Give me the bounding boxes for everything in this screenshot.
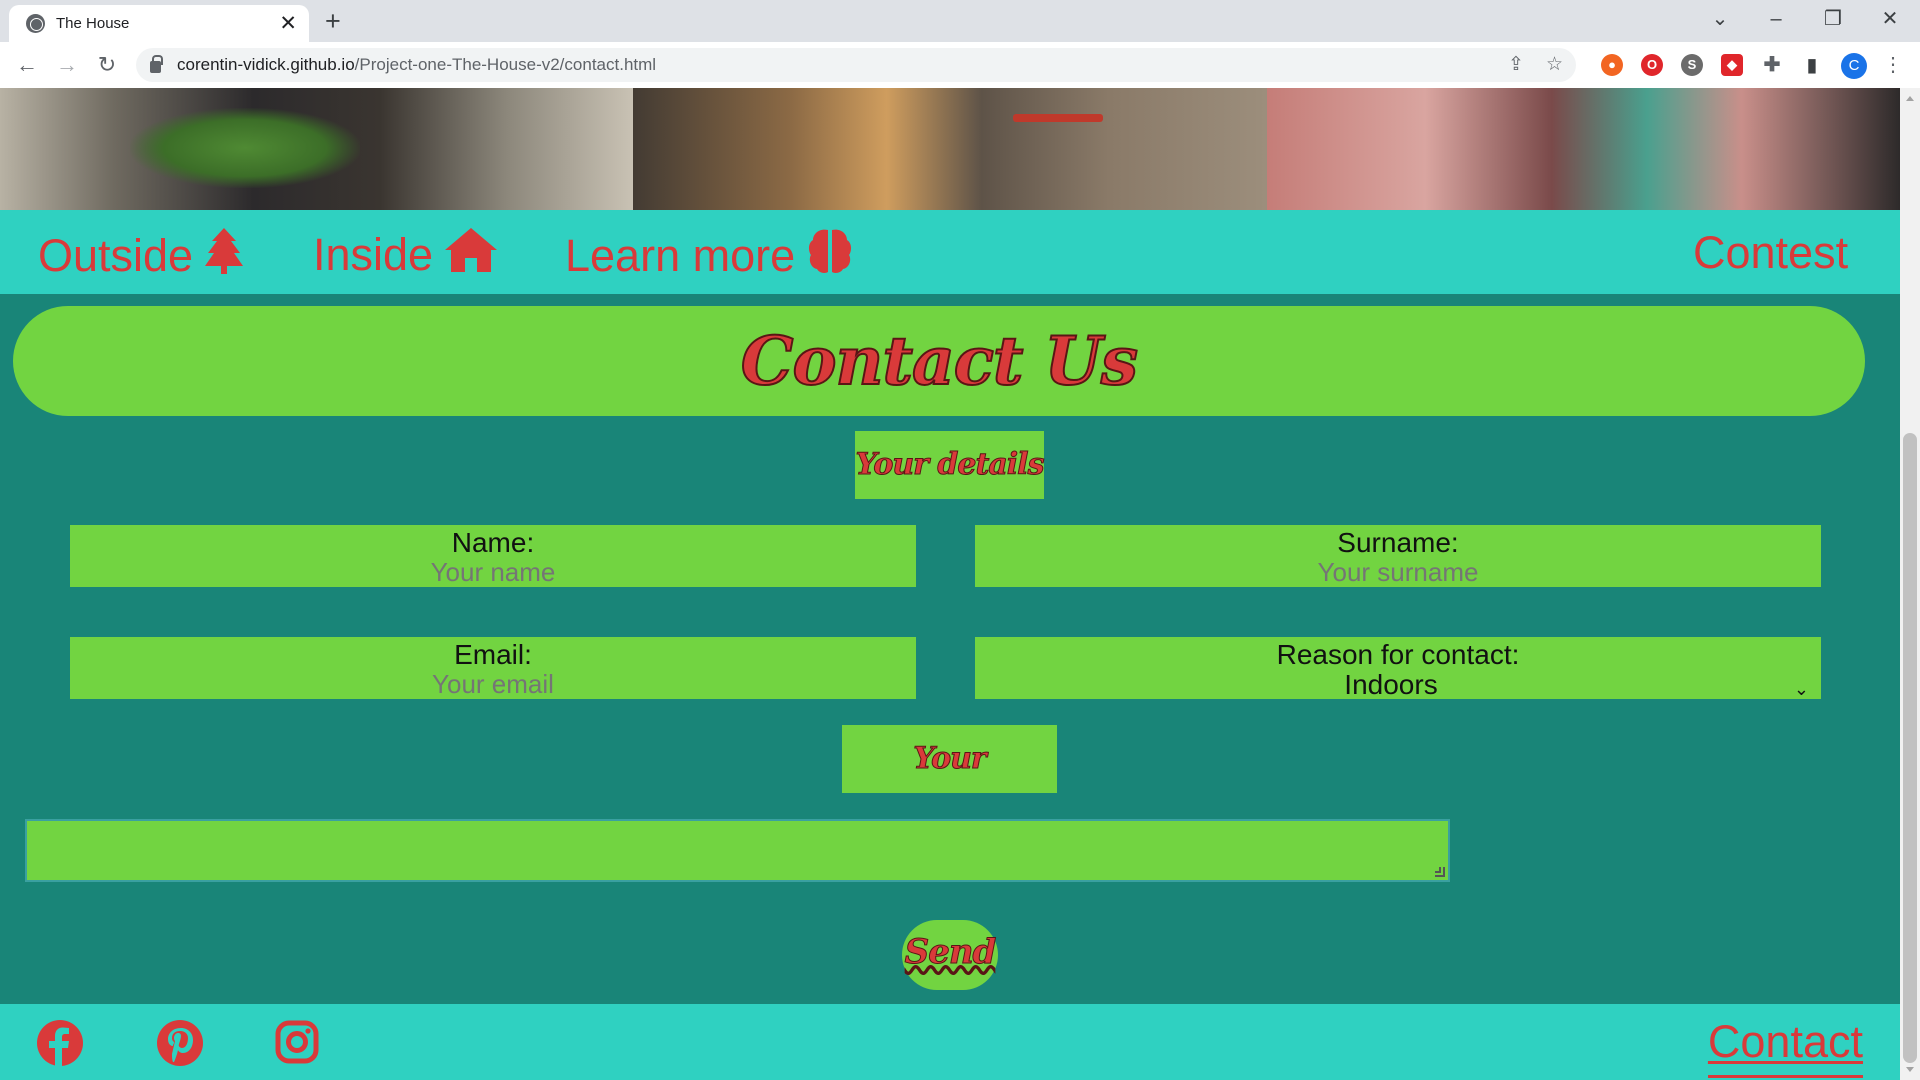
extension-fire-icon[interactable]: ● bbox=[1601, 54, 1623, 76]
reason-label: Reason for contact: bbox=[1276, 639, 1520, 670]
facebook-icon[interactable] bbox=[37, 1020, 83, 1066]
surname-label: Surname: bbox=[1337, 527, 1459, 558]
instagram-icon[interactable] bbox=[275, 1020, 321, 1066]
url-text: corentin-vidick.github.io/Project-one-Th… bbox=[177, 55, 656, 75]
tree-icon bbox=[205, 228, 244, 284]
browser-tab[interactable]: The House ✕ bbox=[9, 5, 309, 42]
reason-field[interactable]: Reason for contact: Indoors ⌄ bbox=[975, 637, 1821, 700]
forward-icon[interactable]: → bbox=[52, 50, 82, 80]
reason-select[interactable]: Indoors ⌄ bbox=[975, 670, 1821, 700]
nav-contest[interactable]: Contest bbox=[1693, 228, 1848, 278]
name-input[interactable] bbox=[70, 558, 916, 586]
page-viewport: Outside Inside Learn more Contest Contac… bbox=[0, 88, 1900, 1080]
restore-icon[interactable]: ❐ bbox=[1818, 4, 1848, 34]
tab-strip: The House ✕ + ⌄ – ❐ ✕ bbox=[0, 0, 1920, 42]
hero-photo-cat bbox=[1266, 88, 1900, 210]
footer-contact-link[interactable]: Contact bbox=[1707, 1016, 1864, 1078]
extension-shield-icon[interactable]: ◆ bbox=[1721, 54, 1743, 76]
surname-field[interactable]: Surname: bbox=[975, 525, 1821, 587]
nav-outside-label: Outside bbox=[38, 230, 194, 281]
details-heading: Your details bbox=[855, 431, 1045, 499]
email-label: Email: bbox=[454, 639, 532, 670]
reason-selected-value: Indoors bbox=[1344, 669, 1438, 700]
extension-skype-icon[interactable]: S bbox=[1681, 54, 1703, 76]
brain-icon bbox=[807, 228, 853, 284]
address-bar[interactable]: corentin-vidick.github.io/Project-one-Th… bbox=[136, 48, 1576, 82]
chevron-down-icon: ⌄ bbox=[1793, 679, 1809, 699]
share-icon[interactable]: ⇪ bbox=[1508, 52, 1524, 78]
nav-inside[interactable]: Inside bbox=[313, 228, 498, 282]
email-field[interactable]: Email: bbox=[70, 637, 916, 699]
back-icon[interactable]: ← bbox=[12, 50, 42, 80]
page-title: Contact Us bbox=[740, 321, 1139, 401]
hero-images bbox=[0, 88, 1900, 210]
tab-search-icon[interactable]: ⌄ bbox=[1705, 4, 1735, 34]
nav-learn-more[interactable]: Learn more bbox=[565, 228, 853, 284]
scroll-down-icon[interactable] bbox=[1906, 1067, 1914, 1072]
send-button[interactable]: Send bbox=[902, 920, 998, 990]
hero-photo-rabbit bbox=[0, 88, 634, 210]
bookmark-star-icon[interactable]: ☆ bbox=[1546, 52, 1563, 78]
window-close-icon[interactable]: ✕ bbox=[1875, 4, 1905, 34]
nav-inside-label: Inside bbox=[313, 229, 434, 280]
nav-learn-more-label: Learn more bbox=[565, 230, 796, 281]
url-path: /Project-one-The-House-v2/contact.html bbox=[354, 55, 657, 74]
scrollbar-thumb[interactable] bbox=[1903, 433, 1917, 1063]
house-icon bbox=[445, 228, 498, 282]
page-title-banner: Contact Us bbox=[13, 306, 1865, 416]
globe-icon bbox=[26, 14, 45, 33]
minimize-icon[interactable]: – bbox=[1761, 4, 1791, 34]
footer: Contact bbox=[0, 1004, 1900, 1080]
message-heading: Your message bbox=[842, 725, 1057, 845]
main-nav: Outside Inside Learn more Contest bbox=[0, 210, 1900, 294]
extension-opera-icon[interactable]: O bbox=[1641, 54, 1663, 76]
lock-icon bbox=[150, 55, 163, 73]
extensions-puzzle-icon[interactable]: ✚ bbox=[1761, 54, 1783, 76]
message-textarea[interactable] bbox=[25, 819, 1450, 882]
page-scrollbar[interactable] bbox=[1900, 88, 1920, 1080]
tab-close-icon[interactable]: ✕ bbox=[279, 13, 297, 34]
name-field[interactable]: Name: bbox=[70, 525, 916, 587]
hero-photo-dog bbox=[633, 88, 1267, 210]
browser-toolbar: ← → ↻ corentin-vidick.github.io/Project-… bbox=[0, 42, 1920, 88]
reload-icon[interactable]: ↻ bbox=[92, 50, 122, 80]
resize-handle-icon[interactable] bbox=[1435, 867, 1445, 877]
browser-menu-icon[interactable]: ⋮ bbox=[1883, 52, 1903, 78]
nav-outside[interactable]: Outside bbox=[38, 228, 244, 284]
profile-avatar[interactable]: C bbox=[1841, 53, 1867, 79]
surname-input[interactable] bbox=[975, 558, 1821, 586]
pinterest-icon[interactable] bbox=[157, 1020, 203, 1066]
email-input[interactable] bbox=[70, 670, 916, 698]
side-panel-icon[interactable]: ▮ bbox=[1801, 54, 1823, 76]
tab-title: The House bbox=[56, 15, 130, 32]
new-tab-button[interactable]: + bbox=[325, 6, 341, 36]
name-label: Name: bbox=[451, 527, 535, 558]
scroll-up-icon[interactable] bbox=[1906, 96, 1914, 101]
url-host: corentin-vidick.github.io bbox=[177, 55, 355, 74]
